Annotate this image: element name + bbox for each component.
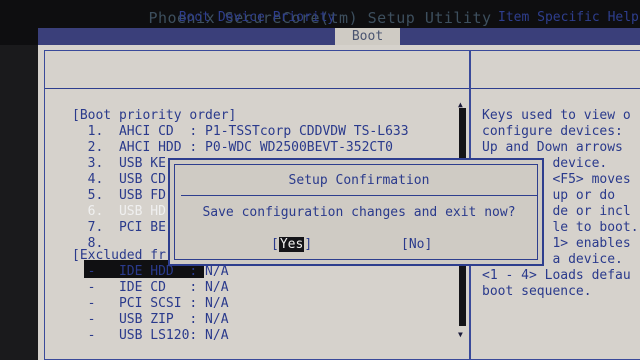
boot-item-1[interactable]: 1. AHCI CD : P1-TSSTcorp CDDVDW TS-L633 (72, 124, 409, 140)
no-button[interactable]: [No] (401, 237, 432, 253)
help-line-3: Up and Down arrows (482, 140, 623, 155)
excluded-item-pci-scsi[interactable]: - PCI SCSI : N/A (72, 296, 229, 312)
excluded-item-usb-ls120[interactable]: - USB LS120: N/A (72, 328, 229, 344)
tab-boot[interactable]: Boot (335, 28, 400, 45)
help-title: Item Specific Help (498, 10, 639, 25)
yes-button[interactable]: [Yes] (271, 237, 312, 253)
boot-item-7[interactable]: 7. PCI BE (72, 220, 166, 236)
dialog-message: Save configuration changes and exit now? (202, 205, 516, 220)
boot-item-3[interactable]: 3. USB KE (72, 156, 166, 172)
excluded-item-usb-zip[interactable]: - USB ZIP : N/A (72, 312, 229, 328)
boot-item-4[interactable]: 4. USB CD (72, 172, 166, 188)
help-panel-divider (471, 88, 640, 89)
help-line-2: configure devices: (482, 124, 623, 139)
scroll-down-arrow-icon[interactable]: ▼ (458, 330, 463, 339)
setup-confirmation-dialog: Setup Confirmation Save configuration ch… (168, 158, 544, 266)
boot-priority-title: Boot Device Priority (178, 10, 336, 25)
dialog-frame: Setup Confirmation Save configuration ch… (174, 164, 538, 260)
excluded-item-ide-hdd[interactable]: - IDE HDD : N/A (72, 264, 229, 280)
excluded-header: [Excluded fr (72, 248, 166, 263)
dialog-separator (181, 195, 537, 196)
left-panel-divider (45, 88, 469, 89)
boot-item-5[interactable]: 5. USB FD (72, 188, 166, 204)
help-line-11: <1 - 4> Loads defau (482, 268, 631, 283)
dialog-title: Setup Confirmation (288, 173, 430, 188)
help-line-12: boot sequence. (482, 284, 592, 299)
help-line-1: Keys used to view o (482, 108, 631, 123)
boot-order-header: [Boot priority order] (72, 108, 237, 123)
boot-item-6[interactable]: 6. USB HD (72, 204, 166, 220)
left-margin (0, 45, 38, 360)
no-button-label: No (408, 237, 425, 252)
excluded-item-ide-cd[interactable]: - IDE CD : N/A (72, 280, 229, 296)
yes-button-label: Yes (278, 237, 305, 252)
boot-item-2[interactable]: 2. AHCI HDD : P0-WDC WD2500BEVT-352CT0 (72, 140, 393, 156)
